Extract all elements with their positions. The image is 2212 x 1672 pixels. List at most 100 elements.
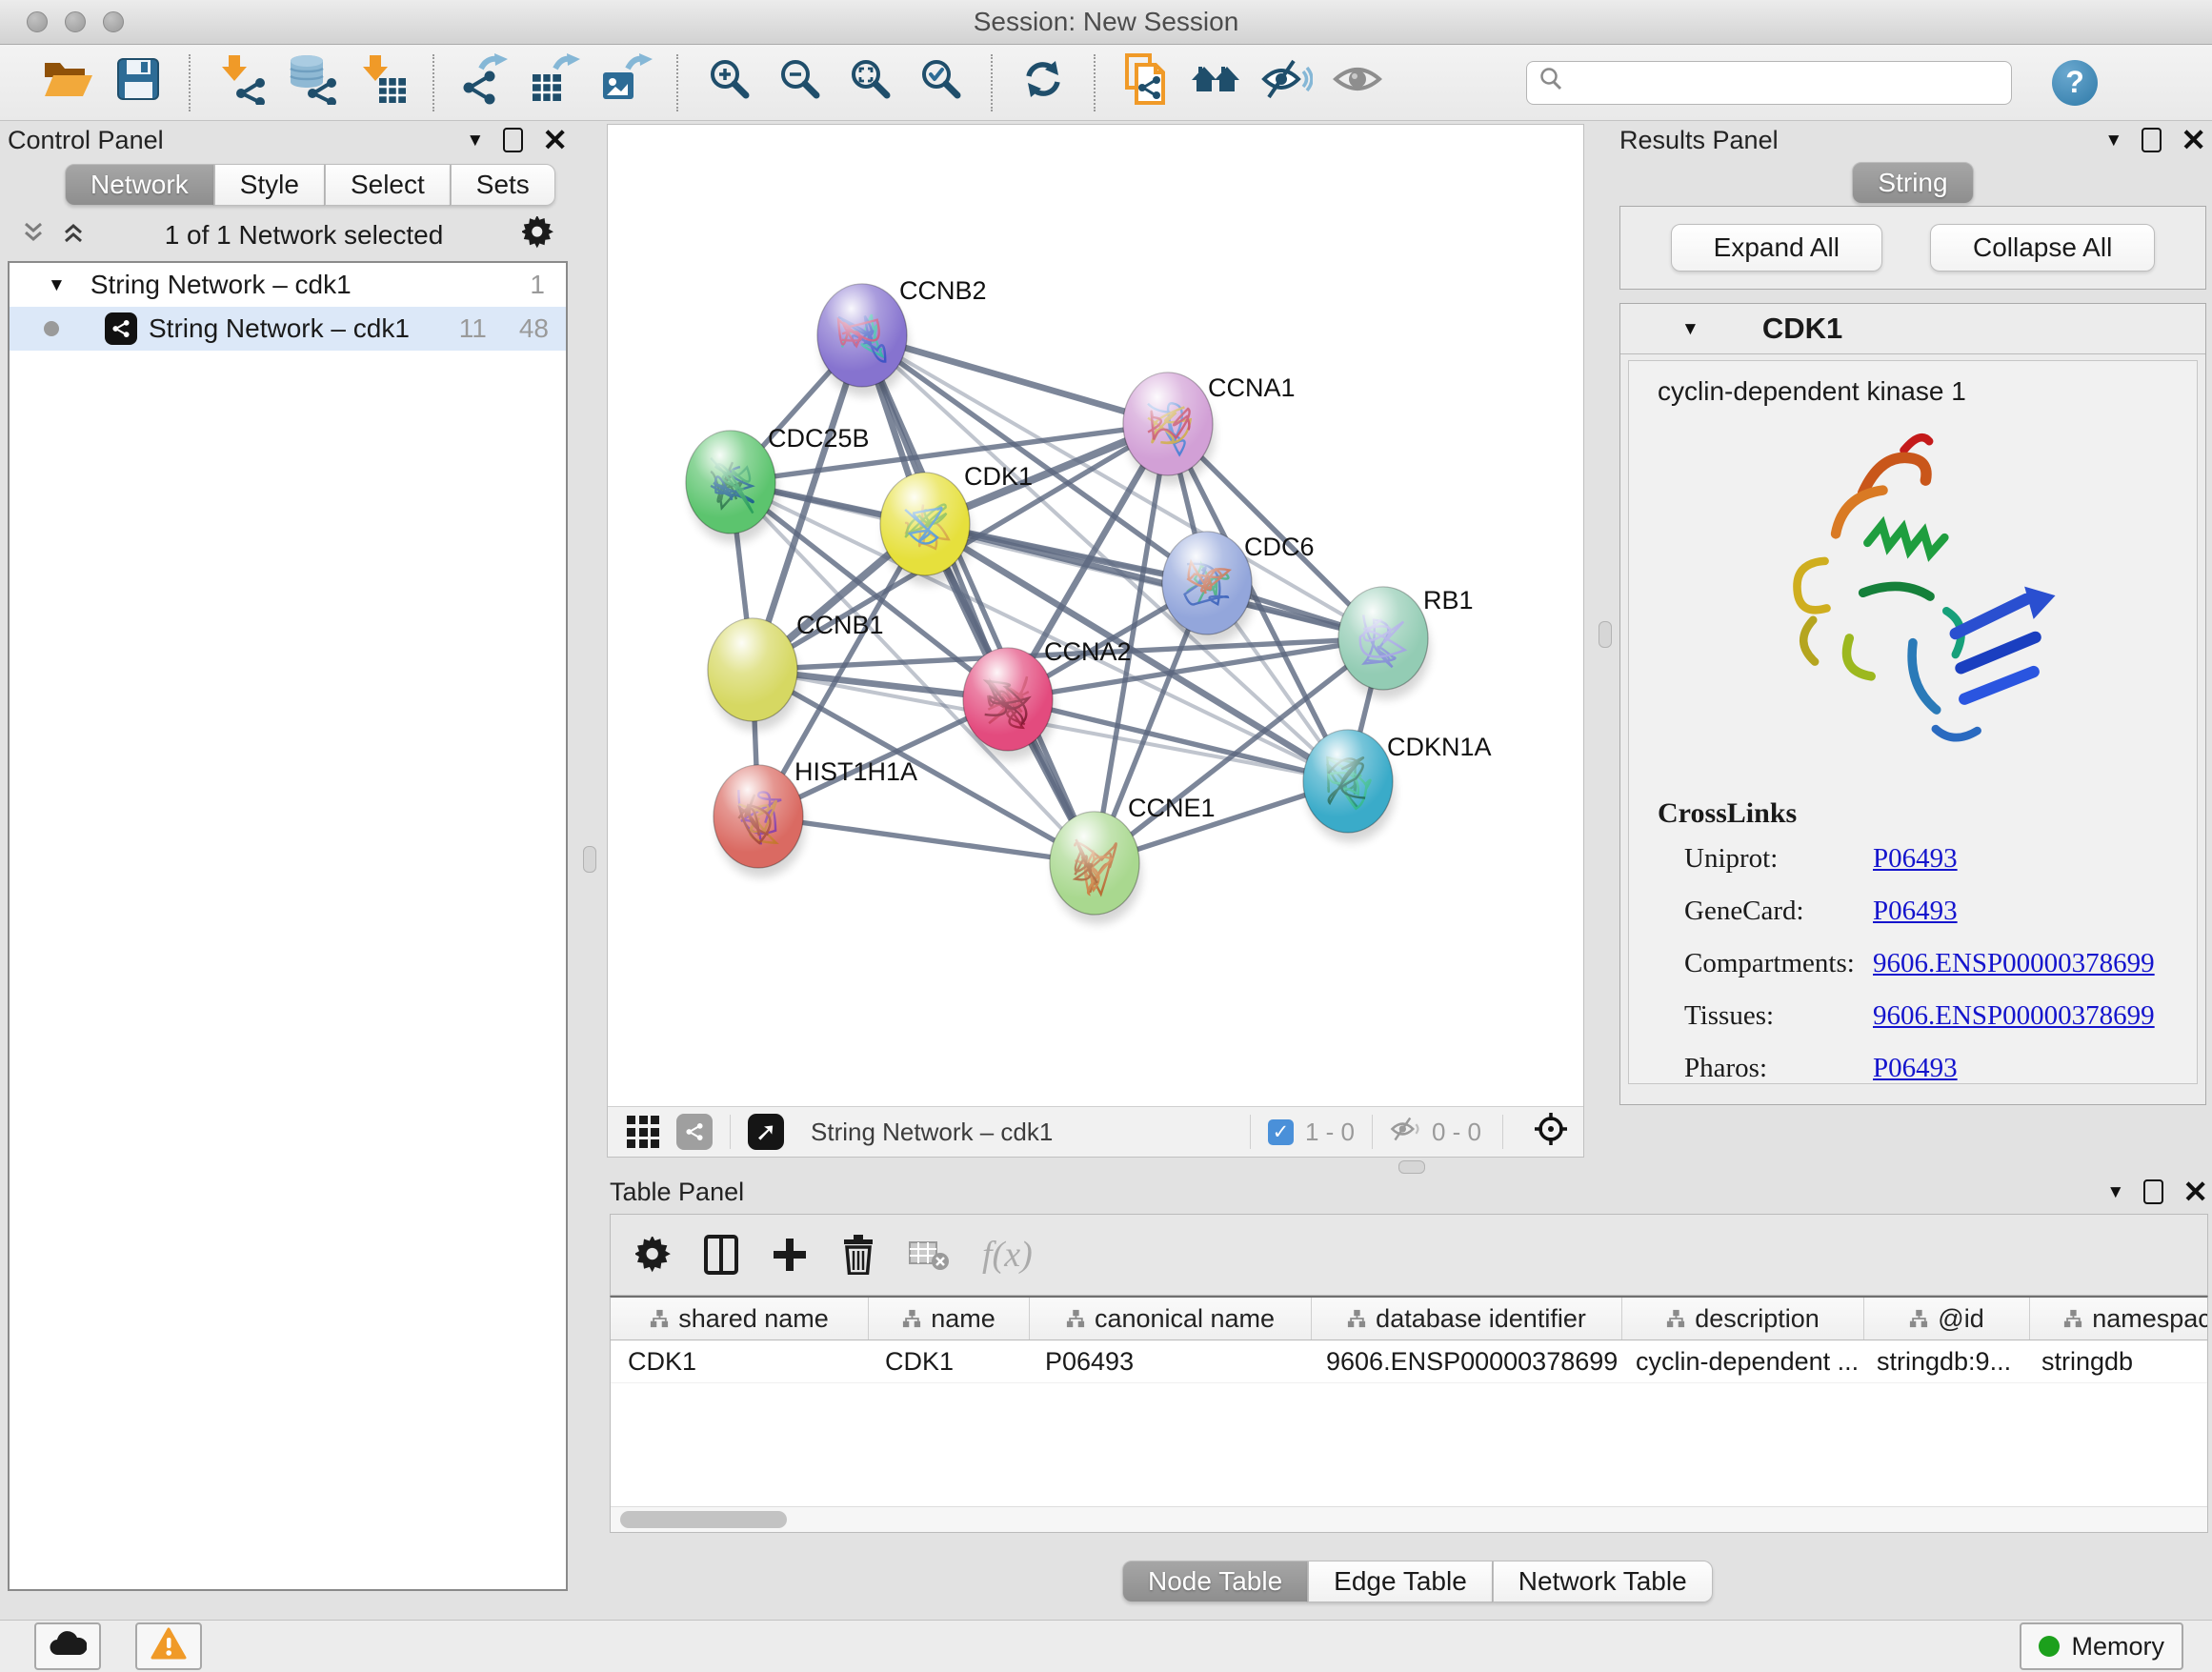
refresh-view-button[interactable] <box>1008 52 1078 113</box>
tab-select[interactable]: Select <box>325 164 451 206</box>
selected-checkbox-icon[interactable]: ✓ <box>1268 1119 1294 1145</box>
bottom-splitter-handle[interactable] <box>1398 1160 1425 1174</box>
collapse-all-networks-icon[interactable] <box>21 220 46 252</box>
export-image-button[interactable] <box>591 52 661 113</box>
column-header-name[interactable]: name <box>869 1298 1030 1340</box>
control-panel-float-button[interactable] <box>503 128 523 152</box>
expand-all-button[interactable]: Expand All <box>1671 224 1882 272</box>
column-header-description[interactable]: description <box>1622 1298 1864 1340</box>
export-table-button[interactable] <box>520 52 591 113</box>
open-session-button[interactable] <box>32 52 103 113</box>
network-edge[interactable] <box>925 524 1383 638</box>
expand-all-networks-icon[interactable] <box>61 220 86 252</box>
network-snapshot-button[interactable] <box>1111 52 1181 113</box>
hide-panel-button[interactable] <box>1252 52 1322 113</box>
table-row[interactable]: CDK1CDK1P064939606.ENSP00000378699cyclin… <box>611 1340 2207 1383</box>
zoom-fit-button[interactable] <box>835 52 905 113</box>
table-cell[interactable]: stringdb:9... <box>1860 1340 2024 1382</box>
table-settings-gear-icon[interactable] <box>635 1237 672 1273</box>
network-node-HIST1H1A[interactable] <box>714 765 805 877</box>
network-node-CCNB2[interactable] <box>817 284 909 396</box>
tab-network-table[interactable]: Network Table <box>1493 1561 1713 1602</box>
warning-status-button[interactable] <box>135 1622 202 1670</box>
tab-sets[interactable]: Sets <box>451 164 555 206</box>
show-panel-button[interactable] <box>1322 52 1393 113</box>
memory-button[interactable]: Memory <box>2020 1622 2183 1670</box>
help-button[interactable]: ? <box>2052 60 2098 106</box>
network-row[interactable]: String Network – cdk1 11 48 <box>10 307 566 351</box>
network-node-CDC6[interactable] <box>1162 532 1254 644</box>
control-panel-close-button[interactable]: ✕ <box>542 125 568 155</box>
column-header-database-identifier[interactable]: database identifier <box>1312 1298 1622 1340</box>
tab-network[interactable]: Network <box>65 164 214 206</box>
protein-section-expander-icon[interactable]: ▼ <box>1681 320 1699 338</box>
save-session-button[interactable] <box>103 52 173 113</box>
crosslink-compartments-link[interactable]: 9606.ENSP00000378699 <box>1873 948 2155 978</box>
network-canvas[interactable]: CCNB2CCNA1CDC25BCDK1CDC6RB1CCNB1CCNA2CDK… <box>608 125 1583 1107</box>
import-network-from-database-button[interactable] <box>276 52 347 113</box>
column-header--id[interactable]: @id <box>1864 1298 2030 1340</box>
import-network-from-file-button[interactable] <box>206 52 276 113</box>
export-network-button[interactable] <box>450 52 520 113</box>
network-node-RB1[interactable] <box>1338 587 1430 699</box>
network-node-CCNE1[interactable] <box>1050 812 1141 924</box>
search-input[interactable] <box>1573 67 1977 98</box>
tab-node-table[interactable]: Node Table <box>1122 1561 1308 1602</box>
show-columns-icon[interactable] <box>704 1235 738 1275</box>
birdseye-view-icon[interactable]: ➚ <box>748 1114 784 1150</box>
import-table-from-file-button[interactable] <box>347 52 417 113</box>
network-node-CDK1[interactable] <box>880 473 972 585</box>
collapse-all-button[interactable]: Collapse All <box>1930 224 2155 272</box>
cloud-status-button[interactable] <box>34 1622 101 1670</box>
table-cell[interactable]: CDK1 <box>611 1340 868 1382</box>
network-node-CDKN1A[interactable] <box>1303 730 1395 842</box>
zoom-in-button[interactable] <box>694 52 764 113</box>
table-cell[interactable]: stringdb <box>2024 1340 2208 1382</box>
table-cell[interactable]: P06493 <box>1028 1340 1309 1382</box>
crosslink-uniprot-link[interactable]: P06493 <box>1873 843 1958 874</box>
tab-style[interactable]: Style <box>214 164 325 206</box>
show-home-panels-button[interactable] <box>1181 52 1252 113</box>
network-node-CDC25B[interactable] <box>686 431 777 543</box>
results-panel-close-button[interactable]: ✕ <box>2181 125 2206 155</box>
network-node-CCNB1[interactable] <box>708 618 799 731</box>
crosslink-tissues-link[interactable]: 9606.ENSP00000378699 <box>1873 1000 2155 1031</box>
hidden-eye-icon[interactable] <box>1390 1116 1422 1149</box>
collection-expander-icon[interactable]: ▼ <box>48 276 66 294</box>
crosshair-icon[interactable] <box>1534 1112 1568 1153</box>
table-panel-menu-button[interactable]: ▼ <box>2106 1183 2124 1201</box>
create-column-icon[interactable] <box>771 1236 809 1274</box>
network-collection-row[interactable]: ▼ String Network – cdk1 1 <box>10 263 566 307</box>
zoom-out-button[interactable] <box>764 52 835 113</box>
column-header-namespace[interactable]: namespace <box>2030 1298 2208 1340</box>
table-panel-float-button[interactable] <box>2143 1179 2163 1204</box>
scrollbar-thumb[interactable] <box>620 1511 787 1528</box>
table-horizontal-scrollbar[interactable] <box>611 1506 2207 1532</box>
results-panel-menu-button[interactable]: ▼ <box>2104 131 2122 150</box>
crosslink-pharos-link[interactable]: P06493 <box>1873 1053 1958 1083</box>
table-panel-close-button[interactable]: ✕ <box>2182 1177 2208 1207</box>
zoom-selected-button[interactable] <box>905 52 975 113</box>
grid-view-icon[interactable] <box>627 1116 659 1148</box>
network-options-gear-icon[interactable] <box>522 216 554 255</box>
table-cell[interactable]: cyclin-dependent ... <box>1619 1340 1860 1382</box>
right-splitter-handle[interactable] <box>1599 621 1612 648</box>
control-panel-menu-button[interactable]: ▼ <box>466 131 484 150</box>
tab-edge-table[interactable]: Edge Table <box>1308 1561 1493 1602</box>
tab-string[interactable]: String <box>1852 162 1973 204</box>
network-edge[interactable] <box>758 816 1095 863</box>
network-node-CCNA2[interactable] <box>963 648 1055 760</box>
delete-column-trash-icon[interactable] <box>841 1235 875 1275</box>
table-cell[interactable]: 9606.ENSP00000378699 <box>1309 1340 1619 1382</box>
network-node-CCNA1[interactable] <box>1123 373 1215 485</box>
column-header-shared-name[interactable]: shared name <box>611 1298 869 1340</box>
delete-table-icon[interactable] <box>908 1239 950 1271</box>
function-builder-icon[interactable]: f(x) <box>982 1234 1033 1276</box>
column-header-canonical-name[interactable]: canonical name <box>1030 1298 1312 1340</box>
table-cell[interactable]: CDK1 <box>868 1340 1028 1382</box>
network-overview-icon[interactable] <box>676 1114 713 1150</box>
left-splitter-handle[interactable] <box>583 846 596 873</box>
crosslink-genecard-link[interactable]: P06493 <box>1873 896 1958 926</box>
results-panel-float-button[interactable] <box>2142 128 2162 152</box>
toolbar-search[interactable] <box>1526 61 2012 105</box>
